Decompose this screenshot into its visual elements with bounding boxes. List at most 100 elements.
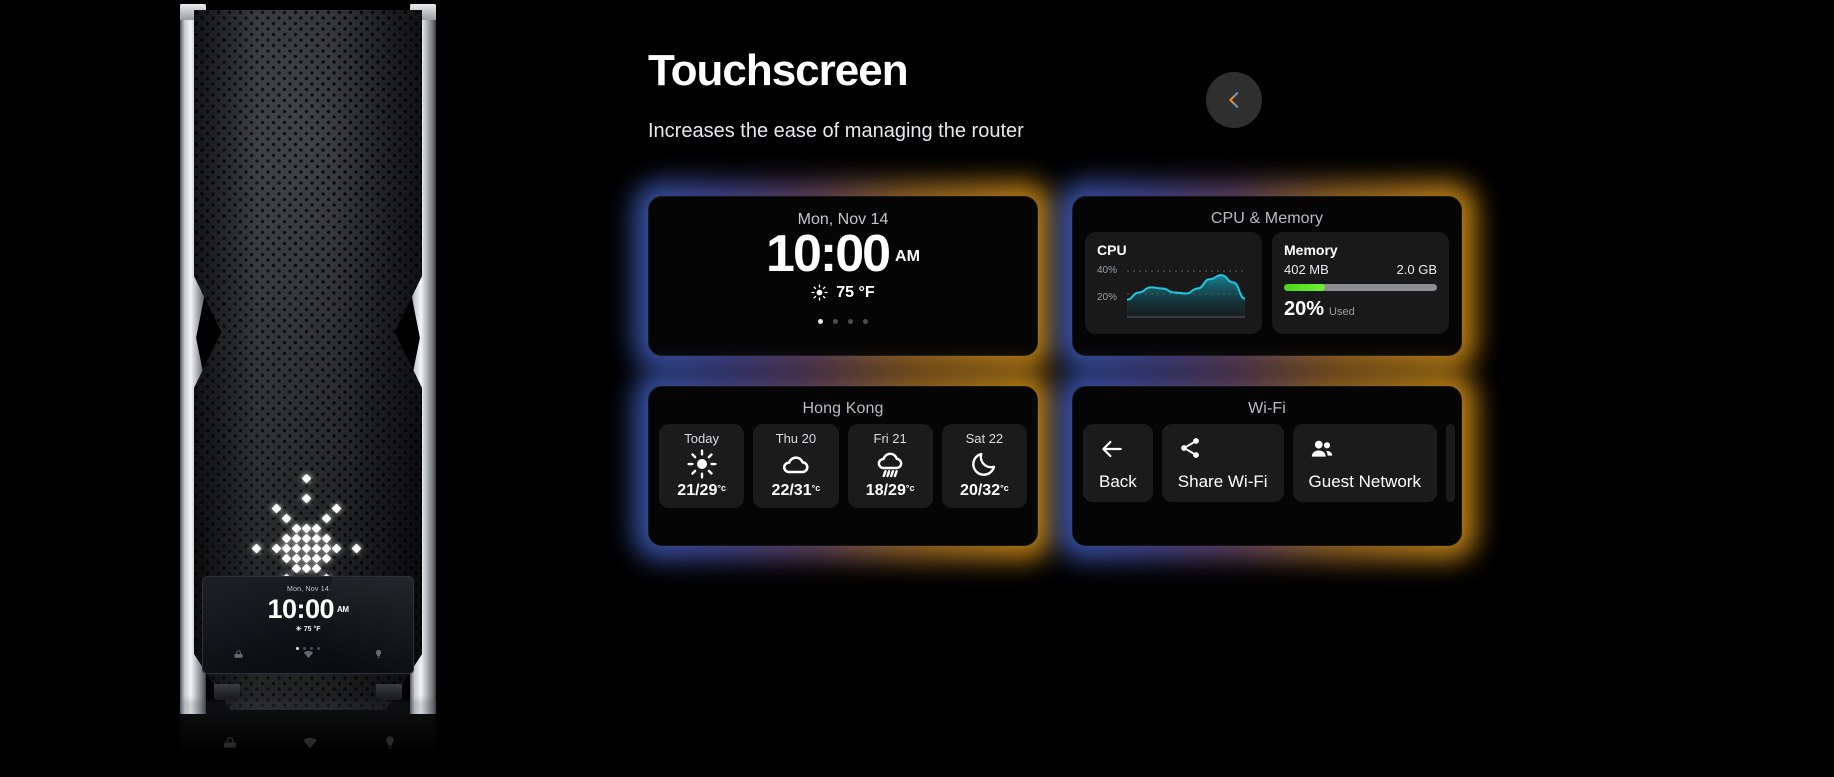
router-reflection-icons [190, 735, 430, 751]
wifi-widget[interactable]: Wi-Fi Back Share Wi-Fi Guest Network [1058, 372, 1476, 560]
router-foot-left [214, 684, 240, 700]
wifi-title: Wi-Fi [1248, 400, 1286, 417]
clock-weather: 75 °F [649, 284, 1037, 302]
memory-percent-suffix: Used [1329, 306, 1355, 318]
led-pixel [311, 523, 322, 534]
share-icon [1178, 436, 1268, 466]
memory-used: 402 MB [1284, 262, 1329, 277]
wifi-action-label: Back [1099, 472, 1137, 491]
led-pixel [301, 473, 312, 484]
wifi-action-button-partial[interactable] [1445, 424, 1455, 502]
page-title: Touchscreen [648, 46, 909, 95]
forecast-day[interactable]: Sat 22 20/32°c [941, 424, 1027, 508]
cpu-label: CPU [1097, 242, 1127, 258]
forecast-temp: 22/31°c [771, 482, 821, 499]
cpu-axis-tick-40: 40% [1097, 265, 1118, 276]
led-pixel [291, 533, 302, 544]
device-icon[interactable] [233, 647, 244, 665]
memory-total: 2.0 GB [1396, 262, 1437, 277]
clock-card[interactable]: Mon, Nov 14 10:00 AM 75 °F [648, 196, 1038, 356]
wifi-action-button[interactable]: Guest Network [1292, 424, 1437, 502]
led-pixel [301, 493, 312, 504]
forecast-day[interactable]: Fri 21 18/29°c [847, 424, 933, 508]
cpu-axis-tick-20: 20% [1097, 292, 1118, 303]
weather-card[interactable]: Hong Kong Today 21/29°c Thu 20 22/31°c Fri 2… [648, 386, 1038, 546]
led-pixel [301, 553, 312, 564]
content-panel: Touchscreen Increases the ease of managi… [634, 0, 1834, 777]
memory-percent-value: 20% [1284, 298, 1325, 320]
arrow-left-icon [1099, 436, 1137, 466]
led-pixel [311, 533, 322, 544]
router-device-illustration: Mon, Nov 14 10:00 AM ☀ 75 °F [0, 0, 600, 777]
led-pixel [281, 513, 292, 524]
led-pixel [301, 533, 312, 544]
led-pixel [281, 553, 292, 564]
pager-dot [848, 318, 853, 324]
forecast-day[interactable]: Today 21/29°c [659, 424, 745, 508]
touchscreen-showcase-page: Mon, Nov 14 10:00 AM ☀ 75 °F Touchscreen … [0, 0, 1834, 777]
led-pixel [331, 503, 342, 514]
cpu-tile[interactable]: CPU 40% 20% [1085, 232, 1262, 334]
router-touchscreen[interactable]: Mon, Nov 14 10:00 AM ☀ 75 °F [202, 576, 414, 674]
clock-time-value: 10:00 [766, 225, 891, 283]
forecast-day-label: Fri 21 [873, 431, 907, 446]
moon-icon [944, 446, 1025, 482]
router-foot-right [376, 684, 402, 700]
memory-label: Memory [1284, 242, 1338, 258]
clock-widget[interactable]: Mon, Nov 14 10:00 AM 75 °F [634, 182, 1052, 370]
memory-progress-bar [1284, 284, 1437, 291]
wifi-action-button[interactable]: Back [1083, 424, 1153, 502]
forecast-day[interactable]: Thu 20 22/31°c [753, 424, 839, 508]
back-button[interactable] [1206, 72, 1262, 128]
sun-icon [811, 284, 828, 301]
pager-dot [863, 318, 868, 324]
cloud-icon [755, 446, 836, 482]
led-pixel [291, 543, 302, 554]
forecast-temp: 18/29°c [865, 482, 915, 499]
memory-tile[interactable]: Memory 402 MB 2.0 GB 20% Used [1272, 232, 1449, 334]
led-pixel [311, 553, 322, 564]
cpu-usage-chart: 40% 20% [1097, 262, 1250, 324]
wifi-card[interactable]: Wi-Fi Back Share Wi-Fi Guest Network [1072, 386, 1462, 546]
device-screen-time: 10:00 AM [203, 594, 413, 625]
wifi-actions-row[interactable]: Back Share Wi-Fi Guest Network [1073, 418, 1461, 502]
forecast-day-label: Thu 20 [775, 431, 817, 446]
cpu-chart-svg [1127, 270, 1245, 318]
people-icon [1309, 436, 1421, 466]
led-pixel [351, 543, 362, 554]
led-pixel [291, 553, 302, 564]
forecast-temp-unit: °c [717, 483, 726, 493]
pager-dot [818, 318, 823, 324]
led-pixel [251, 543, 262, 554]
rain-icon [850, 446, 931, 482]
page-subtitle: Increases the ease of managing the route… [648, 120, 1024, 142]
forecast-temp-unit: °c [811, 483, 821, 493]
led-pixel [301, 563, 312, 574]
wifi-action-button[interactable]: Share Wi-Fi [1161, 424, 1284, 502]
clock-pager-dots[interactable] [649, 311, 1037, 329]
cpu-memory-title: CPU & Memory [1210, 210, 1324, 227]
led-pixel [291, 523, 302, 534]
router-device: Mon, Nov 14 10:00 AM ☀ 75 °F [180, 4, 436, 714]
led-pixel [331, 543, 342, 554]
device-screen-temp-value: 75 °F [303, 626, 321, 633]
device-screen-ampm: AM [337, 605, 349, 614]
led-pixel [281, 533, 292, 544]
wifi-icon[interactable] [303, 647, 314, 665]
cpu-memory-card[interactable]: CPU & Memory CPU 40% 20% Memory 402 MB 2… [1072, 196, 1462, 356]
led-pixel [321, 553, 332, 564]
device-screen-navbar[interactable] [203, 647, 413, 665]
clock-temperature: 75 °F [836, 283, 875, 301]
weather-widget[interactable]: Hong Kong Today 21/29°c Thu 20 22/31°c Fri 2… [634, 372, 1052, 560]
led-pixel [311, 563, 322, 574]
forecast-day-label: Today [684, 431, 719, 446]
led-pixel [301, 523, 312, 534]
forecast-row[interactable]: Today 21/29°c Thu 20 22/31°c Fri 21 18/29°c Sa… [649, 418, 1037, 508]
cpu-memory-widget[interactable]: CPU & Memory CPU 40% 20% Memory 402 MB 2… [1058, 182, 1476, 370]
led-pixel [321, 543, 332, 554]
bulb-icon[interactable] [373, 647, 384, 665]
wifi-action-label: Guest Network [1308, 472, 1421, 491]
clock-time: 10:00 AM [649, 227, 1037, 282]
back-chevron-icon [1229, 92, 1239, 108]
wifi-action-label: Share Wi-Fi [1177, 472, 1268, 491]
